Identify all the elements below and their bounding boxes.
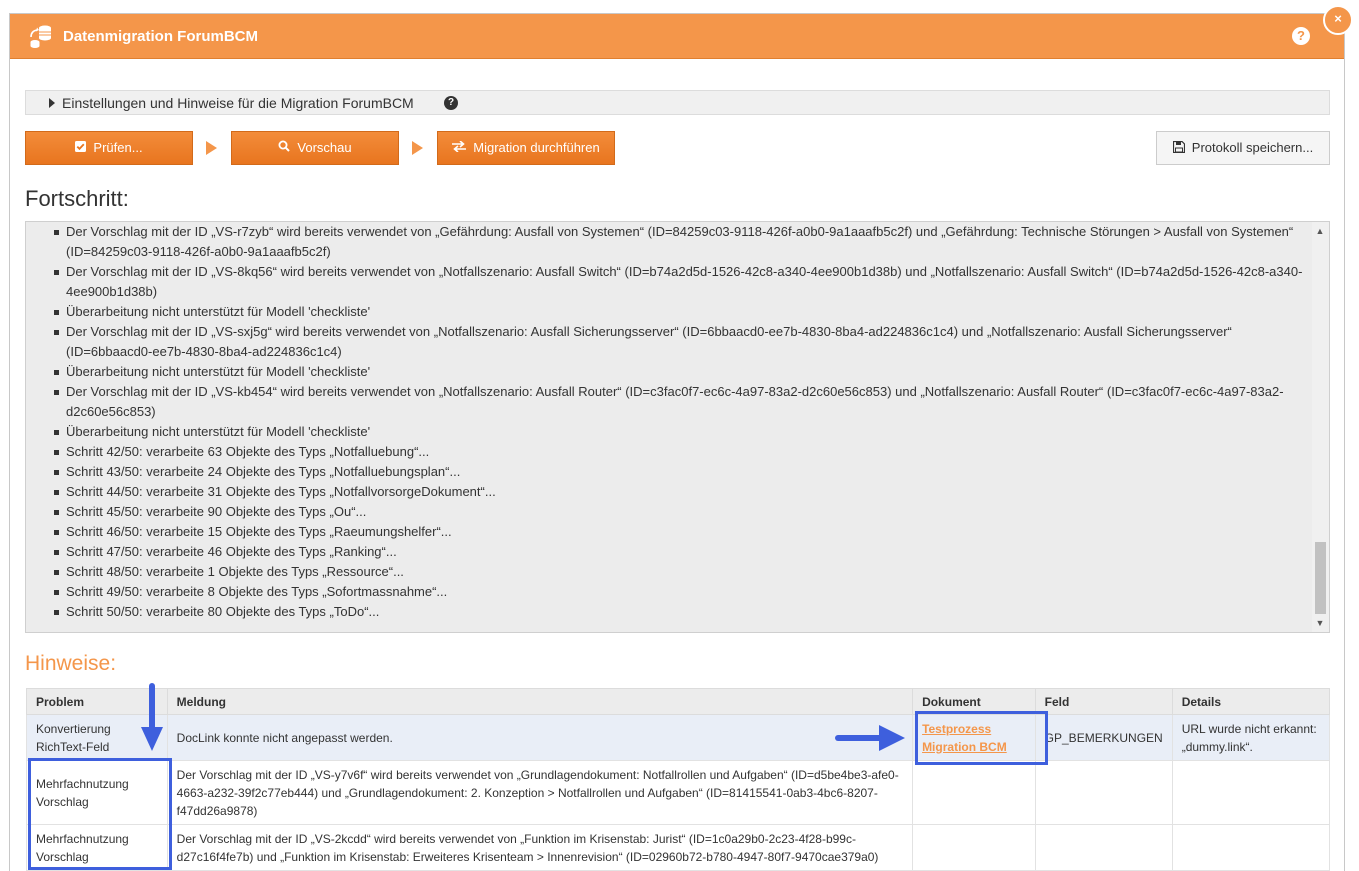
close-button[interactable]: ×: [1323, 5, 1353, 35]
scroll-down-icon[interactable]: ▼: [1315, 618, 1325, 628]
scroll-thumb[interactable]: [1315, 542, 1326, 614]
log-entry: Schritt 45/50: verarbeite 90 Objekte des…: [26, 502, 1312, 522]
cell-field: GP_BEMERKUNGEN: [1034, 714, 1173, 761]
log-entry: Schritt 50/50: verarbeite 80 Objekte des…: [26, 602, 1312, 622]
arrow-down-icon: [141, 683, 163, 751]
preview-button[interactable]: Vorschau: [231, 131, 399, 165]
log-entry: Der Vorschlag mit der ID „VS-r7zyb“ wird…: [26, 222, 1312, 262]
log-entry: Schritt 42/50: verarbeite 63 Objekte des…: [26, 442, 1312, 462]
title-bar: Datenmigration ForumBCM ?: [10, 14, 1344, 59]
log-scrollbar[interactable]: ▲ ▼: [1312, 222, 1329, 632]
cell-details: URL wurde nicht erkannt: „dummy.link“.: [1171, 714, 1331, 761]
log-entry: Überarbeitung nicht unterstützt für Mode…: [26, 302, 1312, 322]
floppy-disk-icon: [1172, 133, 1185, 165]
table-row[interactable]: Mehrfachnutzung Vorschlag Der Vorschlag …: [26, 824, 1331, 871]
column-header-message: Meldung: [166, 688, 914, 715]
log-entry: Überarbeitung nicht unterstützt für Mode…: [26, 422, 1312, 442]
save-log-button[interactable]: Protokoll speichern...: [1156, 131, 1330, 165]
exchange-arrows-icon: [452, 132, 467, 164]
log-entry: Überarbeitung nicht unterstützt für Mode…: [26, 362, 1312, 382]
save-log-label: Protokoll speichern...: [1191, 140, 1314, 155]
progress-log[interactable]: Der Vorschlag mit der ID „VS-r7zyb“ wird…: [25, 221, 1330, 633]
step-arrow-icon: [412, 141, 423, 155]
log-entry: Schritt 49/50: verarbeite 8 Objekte des …: [26, 582, 1312, 602]
help-button[interactable]: ?: [1292, 27, 1310, 45]
log-entry: Der Vorschlag mit der ID „VS-sxj5g“ wird…: [26, 322, 1312, 362]
document-highlight-box: [915, 711, 1048, 765]
step-arrow-icon: [206, 141, 217, 155]
problem-highlight-box: [28, 758, 172, 870]
question-circle-icon[interactable]: ?: [444, 96, 458, 110]
cell-field: [1034, 824, 1173, 871]
table-row[interactable]: Konvertierung RichText-Feld DocLink konn…: [26, 714, 1331, 761]
cell-details: [1171, 824, 1331, 871]
cell-details: [1171, 760, 1331, 825]
log-entry: Der Vorschlag mit der ID „VS-kb454“ wird…: [26, 382, 1312, 422]
log-entry: Schritt 43/50: verarbeite 24 Objekte des…: [26, 462, 1312, 482]
hints-table: Problem Meldung Dokument Feld Details Ko…: [26, 688, 1331, 871]
expand-triangle-icon: [49, 98, 55, 108]
column-header-details: Details: [1171, 688, 1331, 715]
log-entry: Schritt 48/50: verarbeite 1 Objekte des …: [26, 562, 1312, 582]
preview-button-label: Vorschau: [297, 140, 352, 155]
cell-message: DocLink konnte nicht angepasst werden.: [166, 714, 914, 761]
search-icon: [278, 132, 291, 164]
dialog-title: Datenmigration ForumBCM: [63, 28, 258, 45]
arrow-right-icon: [835, 725, 905, 751]
table-row[interactable]: Mehrfachnutzung Vorschlag Der Vorschlag …: [26, 760, 1331, 825]
checkbox-icon: [75, 132, 87, 164]
cell-document: [912, 760, 1036, 825]
check-button[interactable]: Prüfen...: [25, 131, 193, 165]
table-header-row: Problem Meldung Dokument Feld Details: [26, 688, 1331, 715]
cell-document: [912, 824, 1036, 871]
progress-heading: Fortschritt:: [25, 186, 129, 211]
scroll-up-icon[interactable]: ▲: [1315, 226, 1325, 236]
data-migration-icon: [30, 25, 51, 48]
log-entry: Schritt 46/50: verarbeite 15 Objekte des…: [26, 522, 1312, 542]
cell-field: [1034, 760, 1173, 825]
check-button-label: Prüfen...: [93, 140, 143, 155]
migrate-button-label: Migration durchführen: [473, 140, 600, 155]
log-entry: Schritt 44/50: verarbeite 31 Objekte des…: [26, 482, 1312, 502]
migrate-button[interactable]: Migration durchführen: [437, 131, 615, 165]
log-entry: Schritt 47/50: verarbeite 46 Objekte des…: [26, 542, 1312, 562]
cell-message: Der Vorschlag mit der ID „VS-2kcdd“ wird…: [166, 824, 914, 871]
progress-log-list: Der Vorschlag mit der ID „VS-r7zyb“ wird…: [26, 222, 1312, 622]
column-header-field: Feld: [1034, 688, 1173, 715]
log-entry: Der Vorschlag mit der ID „VS-8kq56“ wird…: [26, 262, 1312, 302]
cell-message: Der Vorschlag mit der ID „VS-y7v6f“ wird…: [166, 760, 914, 825]
settings-accordion[interactable]: Einstellungen und Hinweise für die Migra…: [25, 90, 1330, 115]
settings-accordion-label: Einstellungen und Hinweise für die Migra…: [62, 95, 414, 111]
hints-heading: Hinweise:: [25, 652, 117, 675]
